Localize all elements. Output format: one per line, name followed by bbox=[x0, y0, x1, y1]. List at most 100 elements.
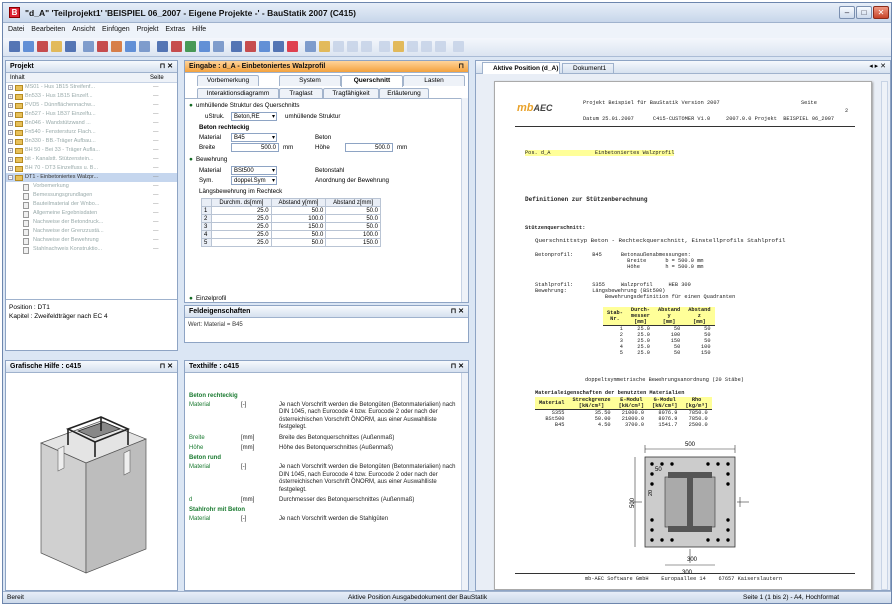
tab-system[interactable]: System bbox=[279, 75, 341, 86]
table-row[interactable]: 2 25.0 100.0 50.0 bbox=[200, 214, 381, 223]
table-cell[interactable]: 50.0 bbox=[270, 206, 327, 215]
sym-select[interactable]: doppel.Sym ▾ bbox=[231, 176, 277, 185]
toolbar-button-icon[interactable] bbox=[51, 41, 62, 52]
tree-item[interactable]: + Bn330 - BB.-Träger Aufbau... — bbox=[6, 137, 177, 146]
tree-item[interactable]: Nachweise der Betondruck... — bbox=[6, 218, 177, 227]
document-scrollbar[interactable] bbox=[881, 81, 888, 590]
tree-item[interactable]: + PVD5 - Dünnflächennachw... — bbox=[6, 101, 177, 110]
tree-item[interactable]: Nachweise der Grenzzustä... — bbox=[6, 227, 177, 236]
chevron-down-icon[interactable]: ▾ bbox=[272, 167, 275, 175]
expand-icon[interactable]: + bbox=[8, 157, 13, 162]
texthilfe-scrollbar[interactable] bbox=[461, 373, 468, 590]
section-einzelprofil[interactable]: ● bbox=[189, 295, 193, 302]
chevron-down-icon[interactable]: ▾ bbox=[272, 113, 275, 121]
toolbar-button-icon[interactable] bbox=[305, 41, 316, 52]
tree-item[interactable]: + Fn540 - Fenstersturz Flach... — bbox=[6, 128, 177, 137]
table-cell[interactable]: 25.0 bbox=[211, 238, 272, 247]
toolbar-button-icon[interactable] bbox=[185, 41, 196, 52]
expand-icon[interactable]: + bbox=[8, 130, 13, 135]
pin-icon[interactable]: ⊓ ✕ bbox=[451, 361, 464, 372]
toolbar-button-icon[interactable] bbox=[361, 41, 372, 52]
toolbar-button-icon[interactable] bbox=[199, 41, 210, 52]
table-cell[interactable]: 50.0 bbox=[325, 222, 381, 231]
toolbar-button-icon[interactable] bbox=[97, 41, 108, 52]
table-cell[interactable]: 25.0 bbox=[211, 206, 272, 215]
expand-icon[interactable]: + bbox=[8, 103, 13, 108]
pin-icon[interactable]: ⊓ ✕ bbox=[160, 361, 173, 372]
tree-item[interactable]: Bauteilmaterial der Wnbo... — bbox=[6, 200, 177, 209]
tree-item[interactable]: + Bn527 - Hus 1B37 Einzelfu... — bbox=[6, 110, 177, 119]
table-row[interactable]: 5 25.0 50.0 150.0 bbox=[200, 238, 381, 247]
toolbar-button-icon[interactable] bbox=[407, 41, 418, 52]
tree-item[interactable]: Bemessungsgrundlagen — bbox=[6, 191, 177, 200]
toolbar-button-icon[interactable] bbox=[453, 41, 464, 52]
table-row[interactable]: 3 25.0 150.0 50.0 bbox=[200, 222, 381, 231]
eingabe-scrollbar[interactable] bbox=[461, 98, 468, 302]
table-cell[interactable]: 25.0 bbox=[211, 230, 272, 239]
menu-ansicht[interactable]: Ansicht bbox=[72, 26, 95, 33]
table-cell[interactable]: 100.0 bbox=[270, 214, 327, 223]
tab-dokument1[interactable]: Dokument1 bbox=[562, 63, 614, 74]
ustruk-select[interactable]: Beton,RE ▾ bbox=[231, 112, 277, 121]
chevron-down-icon[interactable]: ▾ bbox=[272, 177, 275, 185]
expand-icon[interactable]: + bbox=[8, 112, 13, 117]
section-bewehrung[interactable]: ● bbox=[189, 156, 193, 163]
toolbar-button-icon[interactable] bbox=[393, 41, 404, 52]
toolbar-button-icon[interactable] bbox=[111, 41, 122, 52]
toolbar-button-icon[interactable] bbox=[65, 41, 76, 52]
chevron-down-icon[interactable]: ▾ bbox=[272, 134, 275, 142]
menu-hilfe[interactable]: Hilfe bbox=[192, 26, 206, 33]
col-inhalt[interactable]: Inhalt bbox=[10, 73, 25, 83]
toolbar-button-icon[interactable] bbox=[333, 41, 344, 52]
toolbar-button-icon[interactable] bbox=[171, 41, 182, 52]
pin-icon[interactable]: ⊓ ✕ bbox=[160, 61, 173, 72]
tree-item[interactable]: + BH 50 - Bei 33 - Träger Aufla... — bbox=[6, 146, 177, 155]
toolbar-button-icon[interactable] bbox=[157, 41, 168, 52]
pin-icon[interactable]: ⊓ ✕ bbox=[451, 306, 464, 317]
toolbar-button-icon[interactable] bbox=[273, 41, 284, 52]
table-cell[interactable]: 25.0 bbox=[211, 222, 272, 231]
close-button[interactable]: ✕ bbox=[873, 6, 889, 19]
toolbar-button-icon[interactable] bbox=[287, 41, 298, 52]
minimize-button[interactable]: – bbox=[839, 6, 855, 19]
toolbar-button-icon[interactable] bbox=[139, 41, 150, 52]
table-cell[interactable]: 150.0 bbox=[325, 238, 381, 247]
tree-item[interactable]: − DT1 - Einbetoniertes Walzpr... — bbox=[6, 173, 177, 182]
tree-item[interactable]: + bit - Kanalstt. Stützenstein... — bbox=[6, 155, 177, 164]
tab-aktive-position[interactable]: Aktive Position (d_A) bbox=[482, 62, 560, 74]
table-row[interactable]: 1 25.0 50.0 50.0 bbox=[200, 206, 381, 215]
tree-item[interactable]: Allgemeine Ergebnisdaten — bbox=[6, 209, 177, 218]
material-select[interactable]: B45 ▾ bbox=[231, 133, 277, 142]
table-cell[interactable]: 50.0 bbox=[270, 230, 327, 239]
toolbar-button-icon[interactable] bbox=[9, 41, 20, 52]
tree-item[interactable]: Vorbemerkung — bbox=[6, 182, 177, 191]
section-umhuellende[interactable]: ● bbox=[189, 102, 193, 109]
expand-icon[interactable]: + bbox=[8, 166, 13, 171]
menu-bearbeiten[interactable]: Bearbeiten bbox=[31, 26, 65, 33]
menu-datei[interactable]: Datei bbox=[8, 26, 24, 33]
breite-input[interactable]: 500.0 bbox=[231, 143, 279, 152]
expand-icon[interactable]: + bbox=[8, 85, 13, 90]
tab-vorbemerkung[interactable]: Vorbemerkung bbox=[197, 75, 259, 86]
col-seite[interactable]: Seite bbox=[150, 73, 164, 83]
toolbar-button-icon[interactable] bbox=[319, 41, 330, 52]
table-cell[interactable]: 25.0 bbox=[211, 214, 272, 223]
table-cell[interactable]: 150.0 bbox=[270, 222, 327, 231]
toolbar-button-icon[interactable] bbox=[379, 41, 390, 52]
tree-item[interactable]: + Bn533 - Hus 1B15 Einzelf... — bbox=[6, 92, 177, 101]
expand-icon[interactable]: + bbox=[8, 148, 13, 153]
hoehe-input[interactable]: 500.0 bbox=[345, 143, 393, 152]
toolbar-button-icon[interactable] bbox=[83, 41, 94, 52]
table-cell[interactable]: 50.0 bbox=[270, 238, 327, 247]
menu-projekt[interactable]: Projekt bbox=[137, 26, 159, 33]
doc-nav-icons[interactable]: ◂ ▸ ✕ bbox=[869, 62, 886, 70]
tab-lasten[interactable]: Lasten bbox=[403, 75, 465, 86]
table-cell[interactable]: 100.0 bbox=[325, 230, 381, 239]
toolbar-button-icon[interactable] bbox=[259, 41, 270, 52]
expand-icon[interactable]: + bbox=[8, 94, 13, 99]
expand-icon[interactable]: + bbox=[8, 121, 13, 126]
maximize-button[interactable]: □ bbox=[856, 6, 872, 19]
toolbar-button-icon[interactable] bbox=[435, 41, 446, 52]
tree-item[interactable]: + BH 70 - DT3 Einzelfuss u. B... — bbox=[6, 164, 177, 173]
menu-einfuegen[interactable]: Einfügen bbox=[102, 26, 130, 33]
